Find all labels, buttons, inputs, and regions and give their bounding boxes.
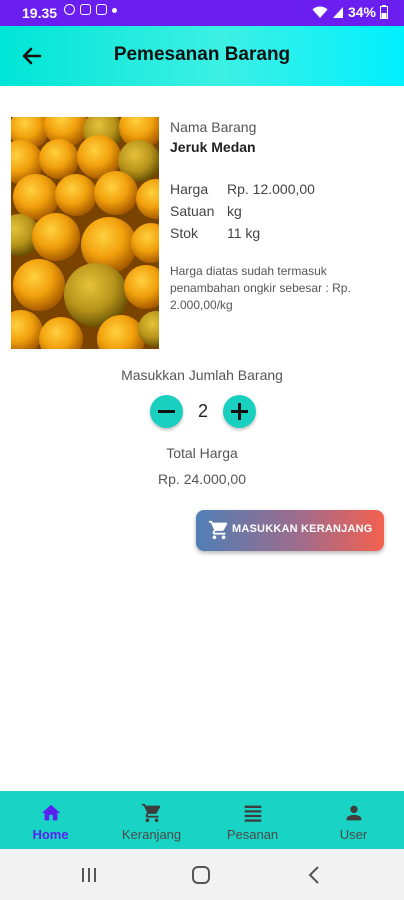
stock-value: 11 kg <box>227 225 261 241</box>
system-navigation-bar <box>0 849 404 900</box>
increment-button[interactable] <box>223 395 256 428</box>
gallery-icon <box>80 4 91 15</box>
nav-label-home: Home <box>32 827 69 842</box>
nav-label-user: User <box>339 827 368 842</box>
decrement-button[interactable] <box>150 395 183 428</box>
home-system-icon[interactable] <box>191 865 211 885</box>
status-time: 19.35 <box>22 5 58 21</box>
nav-label-keranjang: Keranjang <box>121 827 182 842</box>
list-icon <box>244 805 261 822</box>
dot-icon <box>112 8 117 13</box>
app-bar: Pemesanan Barang <box>0 26 404 86</box>
notification-icons <box>64 4 117 15</box>
product-name-label: Nama Barang <box>170 119 257 135</box>
battery-icon <box>380 5 388 19</box>
unit-label: Satuan <box>170 203 215 219</box>
signal-icon <box>332 6 343 18</box>
minus-icon <box>158 410 175 413</box>
status-right: 34% <box>312 4 388 20</box>
total-label: Total Harga <box>166 445 238 461</box>
wifi-icon <box>312 6 328 18</box>
unit-value: kg <box>227 203 242 219</box>
cart-icon <box>141 803 160 823</box>
home-icon <box>41 804 60 821</box>
instagram-icon <box>96 4 107 15</box>
stock-label: Stok <box>170 225 199 241</box>
nav-item-user[interactable]: User <box>303 791 404 849</box>
bottom-navigation: Home Keranjang Pesanan User <box>0 791 404 849</box>
price-row: Harga Rp. 12.000,00 <box>170 181 315 197</box>
nav-item-pesanan[interactable]: Pesanan <box>202 791 303 849</box>
nav-label-pesanan: Pesanan <box>226 827 279 842</box>
unit-row: Satuan kg <box>170 203 242 219</box>
quantity-label: Masukkan Jumlah Barang <box>121 367 283 383</box>
product-name: Jeruk Medan <box>170 139 256 155</box>
total-value: Rp. 24.000,00 <box>158 471 246 487</box>
add-to-cart-button[interactable]: MASUKKAN KERANJANG <box>196 510 384 551</box>
product-info: Nama Barang Jeruk Medan <box>170 119 256 155</box>
nav-item-keranjang[interactable]: Keranjang <box>101 791 202 849</box>
cart-icon <box>208 520 228 540</box>
add-to-cart-label: MASUKKAN KERANJANG <box>232 523 373 535</box>
user-icon <box>346 805 361 821</box>
price-value: Rp. 12.000,00 <box>227 181 315 197</box>
back-system-icon[interactable] <box>306 865 322 885</box>
quantity-value: 2 <box>197 401 208 421</box>
nav-item-home[interactable]: Home <box>0 791 101 849</box>
battery-percent: 34% <box>347 4 376 20</box>
status-bar: 19.35 34% <box>0 0 404 26</box>
recent-apps-icon[interactable] <box>80 866 98 884</box>
page-title: Pemesanan Barang <box>113 44 291 65</box>
whatsapp-icon <box>64 4 75 15</box>
price-label: Harga <box>170 181 209 197</box>
stock-row: Stok 11 kg <box>170 225 260 241</box>
product-image <box>11 117 159 349</box>
quantity-stepper: 2 <box>150 395 256 428</box>
shipping-note: Harga diatas sudah termasuk penambahan o… <box>170 264 351 312</box>
